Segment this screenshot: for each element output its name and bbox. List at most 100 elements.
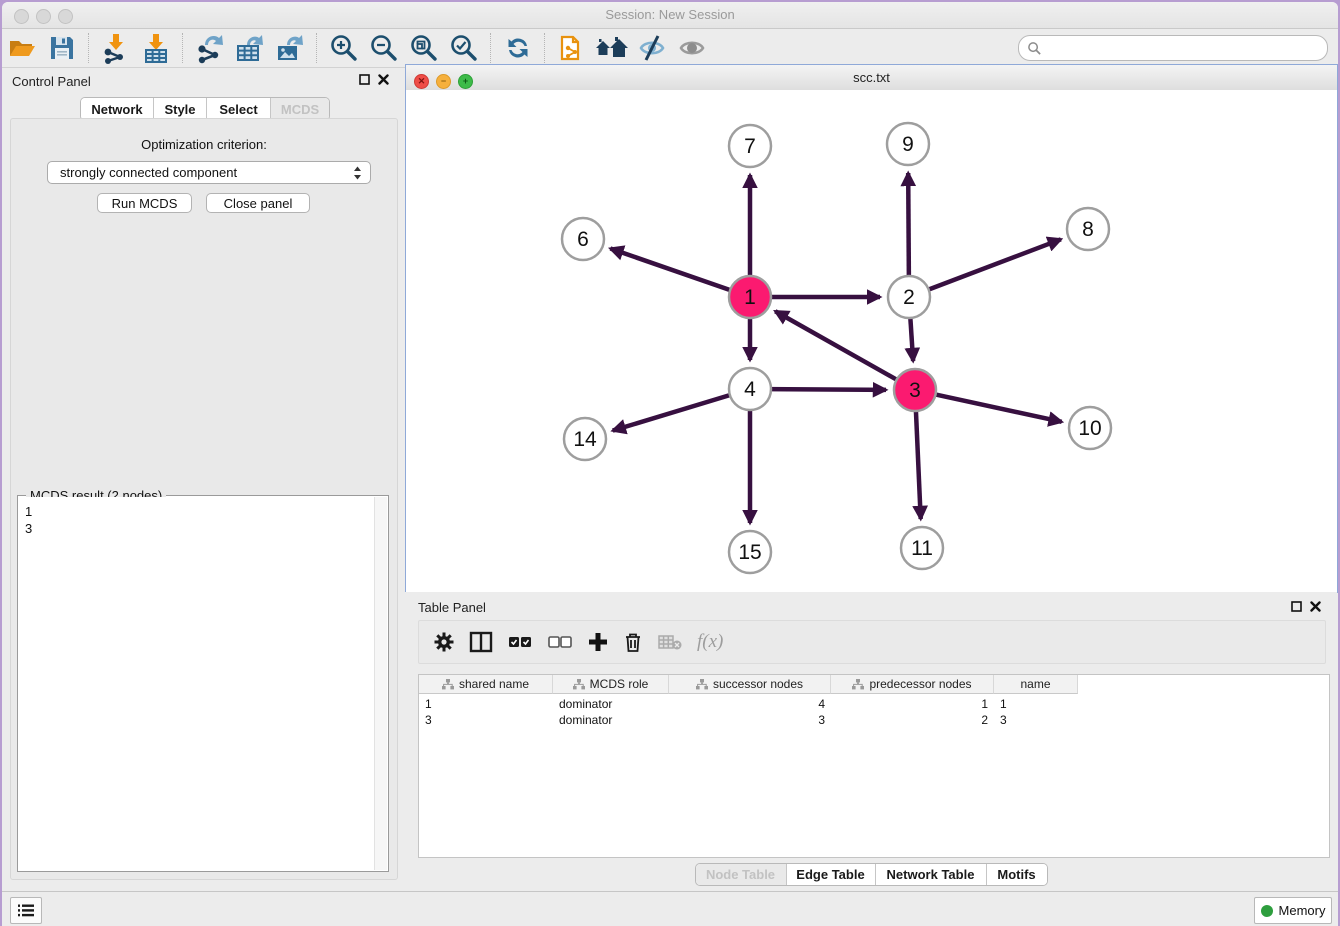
deselect-all-rows-icon[interactable] — [547, 632, 573, 652]
float-panel-icon[interactable] — [359, 74, 370, 85]
toolbar-separator — [490, 33, 492, 63]
graph-node-7[interactable]: 7 — [729, 125, 771, 167]
tab-edge-table[interactable]: Edge Table — [787, 864, 876, 885]
column-header-name[interactable]: name — [994, 675, 1078, 694]
export-table-icon[interactable] — [230, 31, 270, 65]
graph-node-label: 2 — [903, 286, 915, 309]
graph-node-14[interactable]: 14 — [564, 418, 606, 460]
network-window-titlebar[interactable]: ✕−+ scc.txt — [406, 65, 1337, 91]
result-scrollbar[interactable] — [374, 497, 387, 870]
graph-node-10[interactable]: 10 — [1069, 407, 1111, 449]
refresh-icon[interactable] — [498, 31, 538, 65]
function-builder-icon: f(x) — [697, 631, 723, 653]
chevron-updown-icon — [353, 165, 362, 181]
table-header-row: shared name MCDS role successor nodes pr… — [419, 675, 1078, 694]
graph-node-3[interactable]: 3 — [894, 369, 936, 411]
graph-node-label: 3 — [909, 379, 921, 402]
graph-edge-2-8[interactable] — [927, 239, 1061, 290]
graph-edge-3-11[interactable] — [916, 409, 921, 519]
column-header-shared-name[interactable]: shared name — [419, 675, 553, 694]
import-network-icon[interactable] — [96, 31, 136, 65]
show-all-icon[interactable] — [672, 31, 712, 65]
table-settings-gear-icon[interactable] — [433, 631, 455, 653]
run-mcds-button[interactable]: Run MCDS — [97, 193, 192, 213]
export-image-icon[interactable] — [270, 31, 310, 65]
graph-node-11[interactable]: 11 — [901, 527, 943, 569]
table-row[interactable]: 3 dominator 3 2 3 — [419, 712, 1078, 728]
float-table-panel-icon[interactable] — [1291, 601, 1302, 612]
tab-network[interactable]: Network — [81, 98, 154, 120]
graph-edge-4-14[interactable] — [613, 395, 732, 431]
select-all-rows-icon[interactable] — [507, 632, 533, 652]
column-header-mcds-role[interactable]: MCDS role — [553, 675, 669, 694]
cell-name: 3 — [994, 712, 1078, 728]
tab-style[interactable]: Style — [154, 98, 207, 120]
tab-motifs[interactable]: Motifs — [987, 864, 1047, 885]
show-panels-menu-button[interactable] — [10, 897, 42, 924]
tab-node-table[interactable]: Node Table — [696, 864, 787, 885]
mcds-result-list[interactable]: 1 3 — [19, 497, 375, 870]
graph-edge-2-9[interactable] — [908, 173, 909, 278]
search-input[interactable] — [1042, 40, 1319, 56]
column-header-predecessor-nodes[interactable]: predecessor nodes — [831, 675, 994, 694]
table-toolbar: f(x) — [418, 620, 1326, 664]
column-header-successor-nodes[interactable]: successor nodes — [669, 675, 831, 694]
graph-edge-2-3[interactable] — [910, 316, 913, 361]
close-table-panel-icon[interactable] — [1310, 601, 1321, 612]
cell-shared-name: 3 — [419, 712, 553, 728]
close-panel-icon[interactable] — [378, 74, 389, 85]
table-panel-title: Table Panel — [418, 600, 486, 615]
list-icon — [18, 904, 34, 917]
graph-edge-4-3[interactable] — [769, 389, 886, 390]
delete-column-trash-icon[interactable] — [623, 631, 643, 653]
tab-select[interactable]: Select — [207, 98, 271, 120]
graph-node-2[interactable]: 2 — [888, 276, 930, 318]
toolbar-separator — [544, 33, 546, 63]
add-column-icon[interactable] — [587, 631, 609, 653]
graph-edge-3-1[interactable] — [775, 311, 898, 380]
column-type-icon — [573, 679, 585, 690]
cell-name: 1 — [994, 696, 1078, 712]
zoom-selected-icon[interactable] — [444, 31, 484, 65]
import-table-icon[interactable] — [136, 31, 176, 65]
save-icon[interactable] — [42, 31, 82, 65]
graph-node-15[interactable]: 15 — [729, 531, 771, 573]
app-titlebar: Session: New Session — [2, 2, 1338, 29]
close-panel-button[interactable]: Close panel — [206, 193, 310, 213]
graph-svg: 7 9 6 8 1 2 4 3 14 10 15 11 — [406, 90, 1335, 590]
home-neighbors-icon[interactable] — [592, 31, 632, 65]
export-network-icon[interactable] — [190, 31, 230, 65]
table-row[interactable]: 1 dominator 4 1 1 — [419, 696, 1078, 712]
cell-predecessor-nodes: 1 — [831, 696, 994, 712]
column-type-icon — [442, 679, 454, 690]
node-table: shared name MCDS role successor nodes pr… — [418, 674, 1330, 858]
status-bar: Memory — [2, 891, 1338, 926]
tab-network-table[interactable]: Network Table — [876, 864, 987, 885]
zoom-in-icon[interactable] — [324, 31, 364, 65]
graph-node-label: 9 — [902, 133, 914, 156]
network-from-file-icon[interactable] — [552, 31, 592, 65]
show-column-panel-icon[interactable] — [469, 631, 493, 653]
open-folder-icon[interactable] — [2, 31, 42, 65]
graph-node-label: 1 — [744, 286, 756, 309]
optimization-criterion-label: Optimization criterion: — [11, 137, 397, 152]
memory-button[interactable]: Memory — [1254, 897, 1332, 924]
graph-node-6[interactable]: 6 — [562, 218, 604, 260]
graph-node-label: 8 — [1082, 218, 1094, 241]
cell-predecessor-nodes: 2 — [831, 712, 994, 728]
hide-selected-icon[interactable] — [632, 31, 672, 65]
table-tabs: Node Table Edge Table Network Table Moti… — [405, 863, 1337, 886]
search-box[interactable] — [1018, 35, 1328, 61]
tab-mcds[interactable]: MCDS — [271, 98, 329, 120]
graph-node-4[interactable]: 4 — [729, 368, 771, 410]
optimization-criterion-select[interactable]: strongly connected component — [47, 161, 371, 184]
graph-node-8[interactable]: 8 — [1067, 208, 1109, 250]
zoom-out-icon[interactable] — [364, 31, 404, 65]
graph-edge-3-10[interactable] — [934, 394, 1062, 422]
graph-edge-1-6[interactable] — [610, 249, 732, 291]
graph-node-1[interactable]: 1 — [729, 276, 771, 318]
zoom-fit-icon[interactable] — [404, 31, 444, 65]
network-canvas[interactable]: 7 9 6 8 1 2 4 3 14 10 15 11 — [406, 90, 1337, 592]
graph-node-9[interactable]: 9 — [887, 123, 929, 165]
column-label: successor nodes — [713, 677, 803, 691]
